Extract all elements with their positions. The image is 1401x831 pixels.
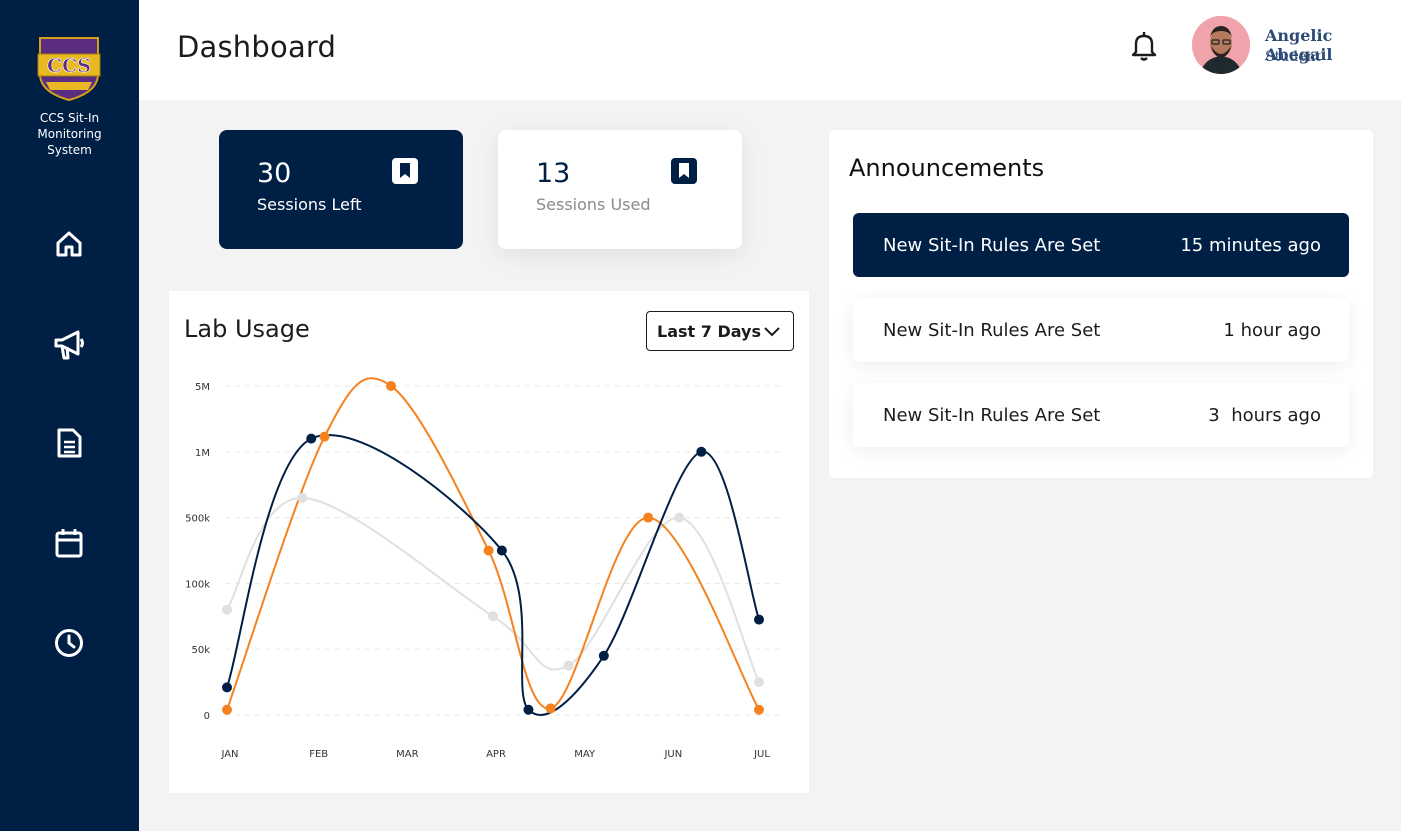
- data-point[interactable]: [496, 545, 507, 556]
- announcement-title: New Sit-In Rules Are Set: [883, 234, 1101, 256]
- bookmark-icon: [392, 158, 418, 184]
- announcements-title: Announcements: [849, 154, 1045, 182]
- announcement-item[interactable]: New Sit-In Rules Are Set 1 hour ago: [853, 298, 1349, 362]
- series-line: [226, 496, 760, 683]
- announcement-time: 3 hours ago: [1208, 404, 1321, 426]
- x-tick-label: MAR: [396, 749, 418, 760]
- announcement-title: New Sit-In Rules Are Set: [883, 404, 1101, 426]
- data-point[interactable]: [483, 545, 494, 556]
- data-point[interactable]: [488, 611, 498, 622]
- y-tick-label: 500k: [185, 514, 210, 525]
- data-point[interactable]: [563, 660, 574, 671]
- sessions-left-label: Sessions Left: [257, 195, 362, 214]
- nav-megaphone-icon[interactable]: [52, 328, 86, 362]
- lab-usage-panel: 5M 1M 500k 100k 50k 0 JAN FEB MAR APR MAY JUN JUL La…: [169, 291, 809, 793]
- sessions-left-card: 30 Sessions Left: [219, 130, 463, 249]
- announcement-time: 1 hour ago: [1223, 319, 1321, 341]
- nav-home-icon[interactable]: [52, 227, 86, 261]
- x-tick-label: MAY: [574, 749, 596, 760]
- data-point[interactable]: [598, 650, 609, 661]
- data-point[interactable]: [297, 492, 308, 503]
- announcement-item[interactable]: New Sit-In Rules Are Set 3 hours ago: [853, 383, 1349, 447]
- page-title: Dashboard: [177, 30, 337, 64]
- announcement-item[interactable]: New Sit-In Rules Are Set 15 minutes ago: [853, 213, 1349, 277]
- user-avatar[interactable]: [1192, 16, 1250, 74]
- announcement-time: 15 minutes ago: [1180, 234, 1321, 256]
- x-tick-label: JUL: [753, 749, 770, 760]
- user-role: Student: [1265, 49, 1322, 65]
- y-tick-label: 50k: [191, 645, 210, 656]
- data-point[interactable]: [222, 682, 232, 693]
- data-point[interactable]: [754, 614, 764, 625]
- college-logo: CCS: [37, 37, 101, 102]
- sessions-used-label: Sessions Used: [536, 195, 651, 214]
- announcement-title: New Sit-In Rules Are Set: [883, 319, 1101, 341]
- x-tick-label: JUN: [663, 749, 682, 760]
- data-point[interactable]: [306, 433, 317, 444]
- range-select-value: Last 7 Days: [657, 321, 761, 341]
- lab-usage-title: Lab Usage: [184, 315, 310, 343]
- data-point[interactable]: [523, 704, 534, 715]
- data-point[interactable]: [696, 446, 707, 457]
- data-point[interactable]: [674, 512, 685, 523]
- y-tick-label: 5M: [195, 382, 210, 393]
- data-point[interactable]: [754, 704, 764, 715]
- nav-clock-icon[interactable]: [52, 626, 86, 660]
- notification-bell-icon[interactable]: [1129, 30, 1159, 62]
- data-point[interactable]: [222, 704, 232, 715]
- system-name: CCS Sit-In Monitoring System: [37, 111, 102, 157]
- x-tick-label: JAN: [220, 749, 238, 760]
- svg-text:CCS: CCS: [47, 55, 91, 77]
- sidebar: CCS CCS Sit-In Monitoring System: [0, 0, 139, 831]
- top-bar: Dashboard Angelic Abegail Student: [139, 0, 1401, 100]
- y-tick-label: 0: [204, 711, 210, 722]
- lab-usage-chart: 5M 1M 500k 100k 50k 0 JAN FEB MAR APR MAY JUN JUL: [185, 377, 781, 760]
- y-tick-label: 1M: [195, 448, 210, 459]
- series-line: [226, 377, 760, 711]
- bookmark-icon: [671, 158, 697, 184]
- chevron-down-icon: [764, 327, 780, 337]
- data-point[interactable]: [386, 381, 397, 391]
- nav-calendar-icon[interactable]: [52, 526, 86, 560]
- data-point[interactable]: [319, 431, 330, 442]
- y-tick-label: 100k: [185, 579, 210, 590]
- data-point[interactable]: [754, 677, 764, 688]
- x-tick-label: APR: [486, 749, 506, 760]
- announcements-panel: Announcements New Sit-In Rules Are Set 1…: [829, 130, 1373, 478]
- range-select[interactable]: Last 7 Days: [646, 311, 794, 351]
- data-point[interactable]: [643, 512, 654, 523]
- data-point[interactable]: [545, 703, 556, 714]
- sessions-used-card: 13 Sessions Used: [498, 130, 742, 249]
- nav-document-icon[interactable]: [52, 426, 86, 460]
- x-tick-label: FEB: [309, 749, 328, 760]
- data-point[interactable]: [222, 604, 232, 615]
